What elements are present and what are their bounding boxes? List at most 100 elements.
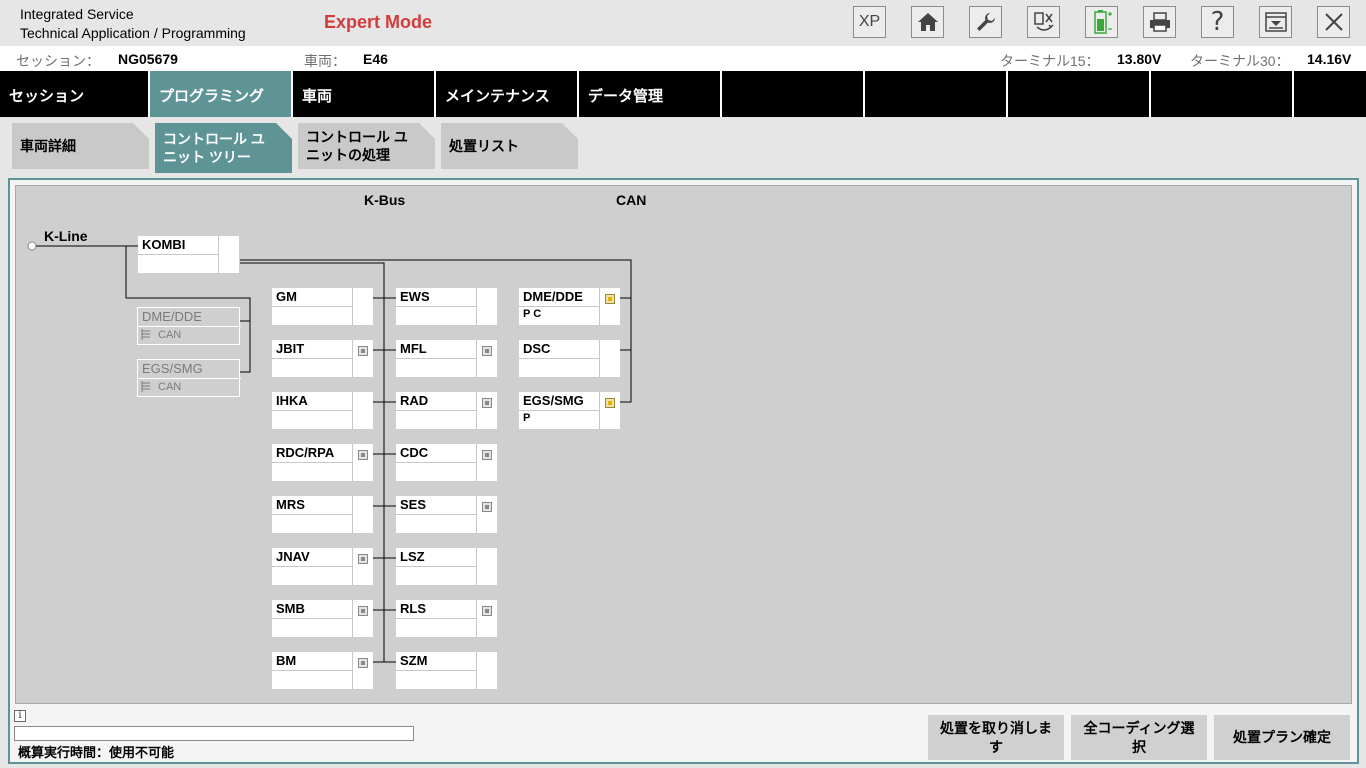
ecu-smb[interactable]: SMB (272, 600, 373, 637)
ecu-rad[interactable]: RAD (396, 392, 497, 429)
ecu-mrs[interactable]: MRS (272, 496, 373, 533)
help-button[interactable]: ? (1201, 6, 1234, 38)
subtab-control-unit-processing[interactable]: コントロール ユ ニットの処理 (298, 123, 435, 169)
progress-bar (14, 726, 414, 741)
status-indicator-icon (482, 450, 492, 460)
tab-vehicle-label: 車両 (302, 88, 333, 105)
tab-programming[interactable]: プログラミング (150, 71, 293, 117)
ecu-mfl[interactable]: MFL (396, 340, 497, 377)
tab-maintenance[interactable]: メインテナンス (436, 71, 579, 117)
expert-mode-label: Expert Mode (324, 12, 433, 32)
battery-button[interactable] (1085, 6, 1118, 38)
ecu-ses-name: SES (400, 497, 427, 512)
ecu-ghost-dme-dde-name: DME/DDE (142, 309, 202, 324)
ecu-egs-smg-name: EGS/SMG (523, 393, 584, 408)
tab-vehicle[interactable]: 車両 (293, 71, 436, 117)
ecu-ses[interactable]: SES (396, 496, 497, 533)
ecu-kombi[interactable]: KOMBI (138, 236, 239, 273)
kline-label: K-Line (44, 228, 88, 244)
tab-empty-1 (722, 71, 865, 117)
kbus-label: K-Bus (364, 192, 406, 208)
ecu-lsz[interactable]: LSZ (396, 548, 497, 585)
swap-icon (1033, 12, 1054, 31)
swap-button[interactable] (1027, 6, 1060, 38)
ecu-rls[interactable]: RLS (396, 600, 497, 637)
subtab-control-unit-processing-line2: ニットの処理 (306, 147, 390, 163)
ecu-dme-dde[interactable]: DME/DDE P C (519, 288, 620, 325)
ecu-mrs-name: MRS (276, 497, 305, 512)
subtab-control-unit-tree-label: コントロール ユ ニット ツリー (163, 130, 265, 166)
ecu-jnav[interactable]: JNAV (272, 548, 373, 585)
app-title-line1: Integrated Service (20, 6, 134, 22)
ecu-jbit-name: JBIT (276, 341, 305, 356)
warning-indicator-icon (605, 398, 615, 408)
terminal30-value: 14.16V (1307, 51, 1352, 67)
ecu-bm[interactable]: BM (272, 652, 373, 689)
info-icon[interactable]: i (14, 710, 26, 722)
status-indicator-icon (358, 658, 368, 668)
subtab-control-unit-tree[interactable]: コントロール ユ ニット ツリー (155, 123, 292, 173)
minimize-button[interactable] (1259, 6, 1292, 38)
ecu-jbit[interactable]: JBIT (272, 340, 373, 377)
ecu-dsc[interactable]: DSC (519, 340, 620, 377)
ecu-ghost-egs-smg-sub: CAN (158, 381, 182, 393)
terminal15-label: ターミナル15： (1000, 53, 1100, 69)
session-info-bar: セッション： NG05679 車両： E46 ターミナル15： 13.80V タ… (0, 46, 1366, 71)
tab-programming-label: プログラミング (159, 88, 265, 105)
ecu-ghost-dme-dde-sub: CAN (158, 329, 182, 341)
subtab-control-unit-tree-line2: ニット ツリー (163, 149, 251, 165)
subtab-action-list[interactable]: 処置リスト (441, 123, 578, 169)
ecu-egs-smg[interactable]: EGS/SMG P (519, 392, 620, 429)
select-all-coding-button[interactable]: 全コーディング選 択 (1071, 715, 1207, 760)
terminal15-value: 13.80V (1117, 51, 1162, 67)
subtab-vehicle-details-label: 車両詳細 (20, 138, 76, 154)
ecu-rls-name: RLS (400, 601, 426, 616)
ecu-cdc[interactable]: CDC (396, 444, 497, 481)
tree-icon (141, 381, 150, 392)
close-button[interactable] (1317, 6, 1350, 38)
tree-icon (141, 329, 150, 340)
confirm-action-plan-button[interactable]: 処置プラン確定 (1214, 715, 1350, 760)
cancel-action-line1: 処置を取り消しま (940, 719, 1052, 736)
ecu-kombi-name: KOMBI (142, 237, 186, 252)
subtab-control-unit-tree-line1: コントロール ユ (163, 131, 265, 147)
subtab-control-unit-processing-label: コントロール ユ ニットの処理 (306, 128, 408, 164)
ecu-dsc-name: DSC (523, 341, 551, 356)
print-button[interactable] (1143, 6, 1176, 38)
ecu-jnav-name: JNAV (276, 549, 310, 564)
subtab-vehicle-details[interactable]: 車両詳細 (12, 123, 149, 169)
xp-button[interactable]: XP (853, 6, 886, 38)
vehicle-label: 車両： (304, 53, 346, 69)
tab-session[interactable]: セッション (0, 71, 150, 117)
ecu-gm[interactable]: GM (272, 288, 373, 325)
warning-indicator-icon (605, 294, 615, 304)
cancel-action-button[interactable]: 処置を取り消しま す (928, 715, 1064, 760)
tab-data-management[interactable]: データ管理 (579, 71, 722, 117)
status-indicator-icon (482, 502, 492, 512)
ecu-lsz-name: LSZ (400, 549, 425, 564)
ecu-ghost-dme-dde[interactable]: DME/DDE CAN (137, 307, 241, 345)
tools-button[interactable] (969, 6, 1002, 38)
ecu-ihka-name: IHKA (276, 393, 308, 408)
status-indicator-icon (482, 346, 492, 356)
ecu-rdc-rpa-name: RDC/RPA (276, 445, 335, 460)
ecu-szm[interactable]: SZM (396, 652, 497, 689)
ecu-ihka[interactable]: IHKA (272, 392, 373, 429)
select-all-coding-line1: 全コーディング選 (1083, 719, 1195, 736)
title-bar: Integrated Service Technical Application… (0, 0, 1366, 46)
ecu-ews[interactable]: EWS (396, 288, 497, 325)
tab-empty-4 (1151, 71, 1294, 117)
session-value: NG05679 (118, 51, 178, 67)
ecu-ghost-egs-smg-name: EGS/SMG (142, 361, 203, 376)
ecu-smb-name: SMB (276, 601, 305, 616)
home-button[interactable] (911, 6, 944, 38)
select-all-coding-label: 全コーディング選 択 (1083, 719, 1194, 757)
ecu-mfl-name: MFL (400, 341, 427, 356)
home-icon (917, 13, 938, 31)
ecu-egs-smg-sub: P (523, 412, 531, 424)
session-label: セッション： (16, 53, 100, 69)
cancel-action-line2: す (989, 738, 1003, 755)
battery-icon (1093, 10, 1112, 34)
ecu-ghost-egs-smg[interactable]: EGS/SMG CAN (137, 359, 241, 397)
ecu-rdc-rpa[interactable]: RDC/RPA (272, 444, 373, 481)
